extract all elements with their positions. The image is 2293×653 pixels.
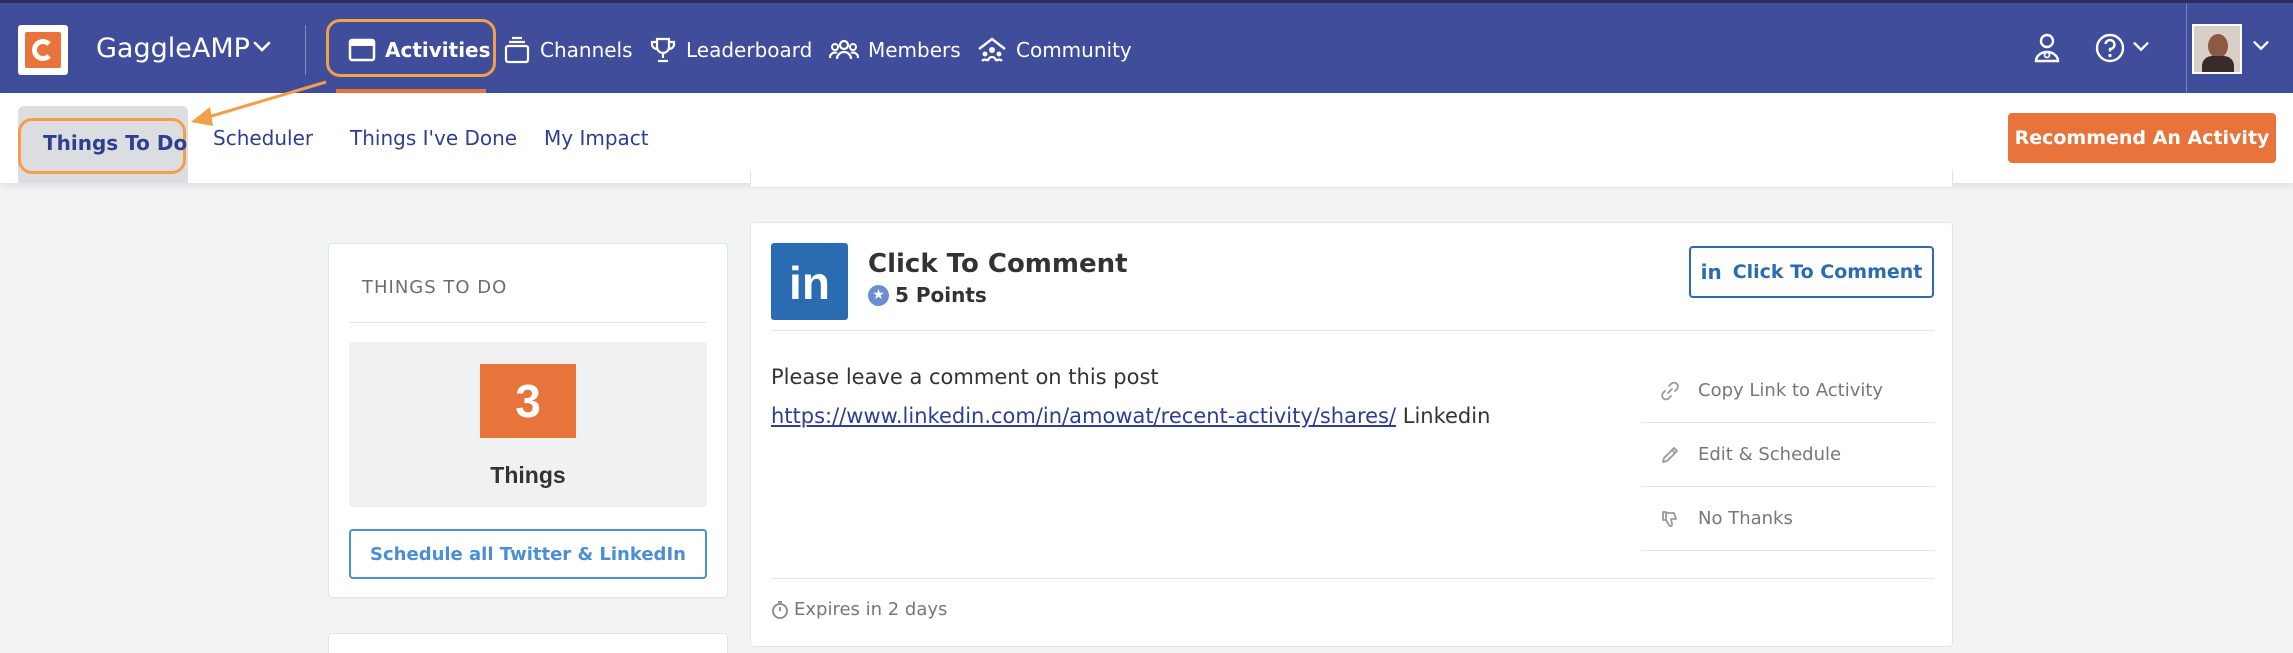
tab-things-to-do[interactable]: Things To Do bbox=[43, 131, 187, 155]
activity-title: Click To Comment bbox=[868, 249, 1128, 279]
tab-scheduler[interactable]: Scheduler bbox=[213, 126, 313, 150]
activity-link[interactable]: https://www.linkedin.com/in/amowat/recen… bbox=[771, 404, 1396, 428]
things-to-do-summary-card: THINGS TO DO 3 Things Schedule all Twitt… bbox=[328, 243, 728, 598]
points-value: 5 Points bbox=[895, 283, 987, 307]
nav-item-activities[interactable]: Activities bbox=[348, 25, 491, 75]
nav-label-channels: Channels bbox=[540, 38, 633, 62]
chevron-down-icon[interactable] bbox=[2130, 36, 2152, 58]
things-count: 3 bbox=[480, 364, 576, 438]
divider bbox=[349, 322, 707, 323]
divider bbox=[771, 578, 1934, 579]
activity-link-line: https://www.linkedin.com/in/amowat/recen… bbox=[771, 404, 1490, 428]
trophy-icon bbox=[650, 37, 676, 63]
edit-schedule-label: Edit & Schedule bbox=[1698, 444, 1842, 465]
count-box: 3 Things bbox=[349, 342, 707, 507]
schedule-all-button[interactable]: Schedule all Twitter & LinkedIn bbox=[349, 529, 707, 579]
copy-link-label: Copy Link to Activity bbox=[1698, 380, 1884, 401]
gaggleamp-logo[interactable] bbox=[18, 25, 68, 75]
avatar[interactable] bbox=[2192, 24, 2242, 74]
click-to-comment-label: Click To Comment bbox=[1732, 261, 1923, 283]
linkedin-icon: in bbox=[771, 243, 848, 320]
tab-things-ive-done[interactable]: Things I've Done bbox=[350, 126, 517, 150]
nav-item-community[interactable]: Community bbox=[977, 25, 1132, 75]
no-thanks-action[interactable]: No Thanks bbox=[1642, 487, 1934, 551]
previous-card-edge bbox=[750, 170, 1953, 188]
recommend-activity-button[interactable]: Recommend An Activity bbox=[2008, 113, 2276, 163]
activities-icon bbox=[348, 38, 376, 62]
channels-icon bbox=[504, 36, 530, 64]
things-count-label: Things bbox=[490, 462, 566, 488]
summary-header: THINGS TO DO bbox=[362, 277, 508, 298]
edit-schedule-action[interactable]: Edit & Schedule bbox=[1642, 423, 1934, 487]
link-suffix: Linkedin bbox=[1396, 404, 1491, 428]
points-badge: ★ 5 Points bbox=[868, 283, 987, 307]
stopwatch-icon bbox=[772, 600, 788, 619]
nav-label-members: Members bbox=[868, 38, 961, 62]
user-admin-icon[interactable] bbox=[2032, 31, 2062, 65]
members-icon bbox=[829, 39, 859, 60]
secondary-card bbox=[328, 633, 728, 653]
activity-card: in Click To Comment ★ 5 Points in Click … bbox=[750, 222, 1953, 647]
help-icon[interactable] bbox=[2094, 31, 2126, 65]
click-to-comment-button[interactable]: in Click To Comment bbox=[1689, 246, 1934, 298]
brand-name[interactable]: GaggleAMP bbox=[96, 33, 250, 64]
divider bbox=[771, 330, 1934, 331]
expiry-info: Expires in 2 days bbox=[771, 599, 947, 620]
nav-label-activities: Activities bbox=[385, 38, 491, 62]
chevron-down-icon[interactable] bbox=[250, 35, 274, 59]
nav-item-members[interactable]: Members bbox=[829, 25, 961, 75]
nav-divider bbox=[305, 25, 306, 75]
chevron-down-icon[interactable] bbox=[2250, 35, 2272, 57]
top-nav: GaggleAMP Activities Channels Leaderboar… bbox=[0, 0, 2293, 96]
star-icon: ★ bbox=[868, 284, 889, 306]
nav-item-leaderboard[interactable]: Leaderboard bbox=[649, 25, 812, 75]
no-thanks-label: No Thanks bbox=[1698, 508, 1793, 529]
tab-my-impact[interactable]: My Impact bbox=[544, 126, 649, 150]
copy-link-action[interactable]: Copy Link to Activity bbox=[1642, 359, 1934, 423]
pencil-icon bbox=[1662, 446, 1678, 463]
expires-text: Expires in 2 days bbox=[794, 599, 948, 620]
link-icon bbox=[1661, 381, 1679, 400]
thumbs-down-icon bbox=[1662, 510, 1677, 527]
activity-description: Please leave a comment on this post bbox=[771, 365, 1159, 389]
side-actions: Copy Link to Activity Edit & Schedule No… bbox=[1642, 359, 1934, 551]
nav-label-leaderboard: Leaderboard bbox=[686, 38, 813, 62]
nav-item-channels[interactable]: Channels bbox=[503, 25, 633, 75]
linkedin-icon: in bbox=[1700, 260, 1722, 284]
nav-label-community: Community bbox=[1016, 38, 1132, 62]
community-icon bbox=[978, 37, 1006, 62]
